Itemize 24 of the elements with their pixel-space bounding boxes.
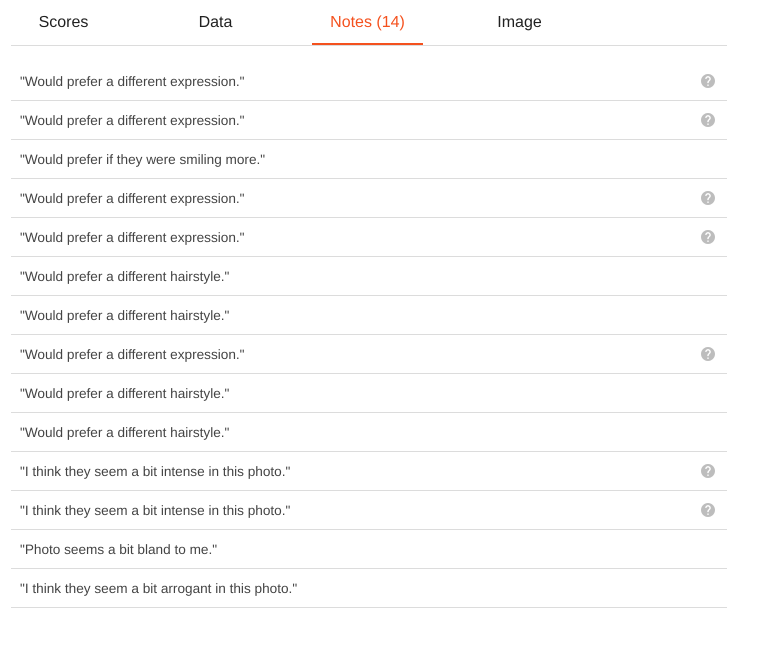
note-text: "Would prefer a different expression." <box>20 112 245 128</box>
help-icon[interactable] <box>701 74 715 88</box>
help-icon[interactable] <box>701 191 715 205</box>
tab[interactable]: Scores <box>8 0 119 45</box>
help-icon[interactable] <box>701 503 715 517</box>
note-text: "Would prefer a different hairstyle." <box>20 386 230 400</box>
note-text: "Would prefer a different expression." <box>20 190 245 206</box>
note-text: "Would prefer a different expression." <box>20 230 245 244</box>
note-text: "Would prefer a different hairstyle." <box>20 424 230 440</box>
note-text: "I think they seem a bit intense in this photo." <box>20 464 290 478</box>
note-text: "I think they seem a bit intense in this photo." <box>20 502 290 518</box>
note-text: "Would prefer a different hairstyle." <box>20 308 230 322</box>
note-text: "Would prefer a different expression." <box>20 74 245 88</box>
note-text: "Would prefer a different hairstyle." <box>20 268 230 284</box>
note-text: "Photo seems a bit bland to me." <box>20 542 218 556</box>
help-icon[interactable] <box>701 464 715 478</box>
note-text: "I think they seem a bit arrogant in this photo." <box>20 580 298 596</box>
note-text: "Would prefer if they were smiling more." <box>20 152 266 166</box>
tab[interactable]: Data <box>160 0 271 45</box>
note-text: "Would prefer a different expression." <box>20 346 245 362</box>
help-icon[interactable] <box>701 347 715 361</box>
tab[interactable]: Image <box>464 0 575 45</box>
help-icon[interactable] <box>701 113 715 127</box>
help-icon[interactable] <box>701 230 715 244</box>
